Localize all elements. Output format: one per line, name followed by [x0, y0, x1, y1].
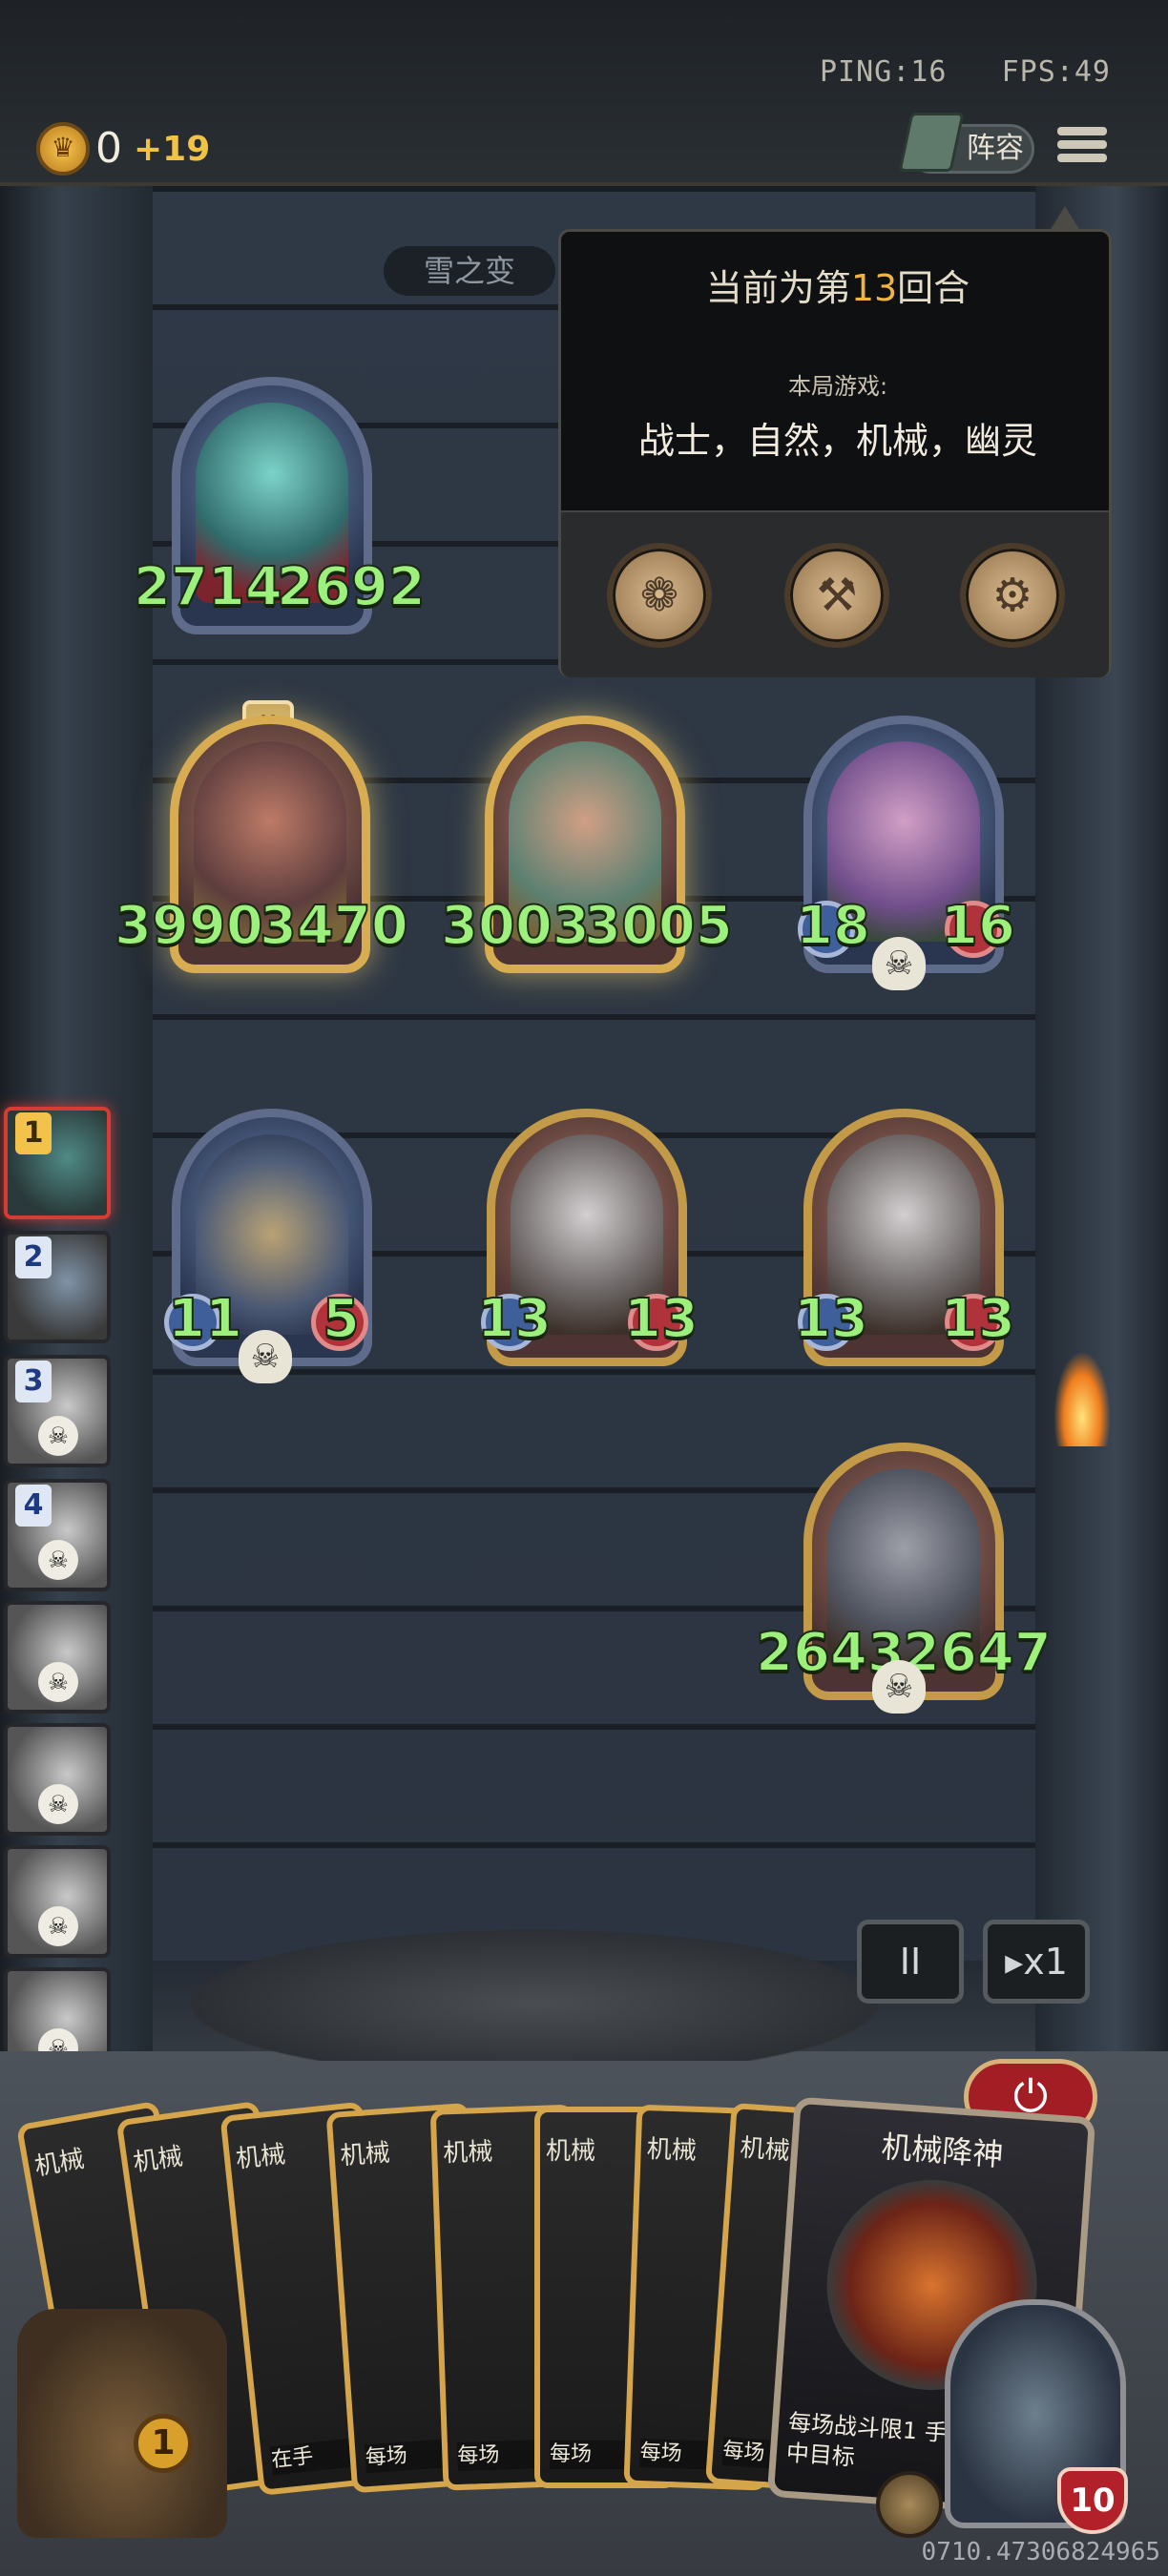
hand-card-title: 机械: [131, 2142, 185, 2178]
hand-card-title: 机械: [442, 2137, 493, 2169]
player-slot-7[interactable]: ☠: [4, 1845, 111, 1958]
fps-readout: FPS:49: [1001, 55, 1111, 89]
featured-card-title: 机械降神: [880, 2128, 1005, 2173]
gold-bonus: +19: [134, 130, 211, 169]
torch-icon: [1053, 1351, 1111, 1446]
minion-health: 3005: [583, 894, 734, 958]
board-tag: 雪之变: [384, 246, 555, 296]
gold-coin-icon: ♛: [36, 122, 90, 176]
hand-card-title: 机械: [546, 2137, 596, 2166]
round-info-popup: 当前为第13回合 本局游戏: 战士，自然，机械，幽灵 ❁ ⚒ ⚙: [558, 229, 1112, 677]
hand-card-title: 机械: [234, 2140, 287, 2174]
skull-icon: ☠: [38, 1784, 78, 1824]
slot-number: 2: [15, 1236, 52, 1278]
hand-card-title: 机械: [646, 2135, 698, 2166]
slot-number: 1: [15, 1112, 52, 1154]
gold-amount: 0: [95, 124, 122, 173]
hand-card-title: 机械: [739, 2133, 791, 2167]
minion-attack: 13: [793, 1287, 869, 1351]
speed-button[interactable]: ▸x1: [983, 1920, 1090, 2004]
skull-icon: ☠: [38, 1662, 78, 1702]
game-id: 0710.47306824965: [921, 2538, 1160, 2566]
treasure-chest-icon[interactable]: [17, 2309, 227, 2538]
network-status: PING:16 FPS:49: [820, 55, 1111, 89]
player-slot-2[interactable]: 2: [4, 1231, 111, 1343]
chest-count: 1: [134, 2414, 193, 2473]
hamburger-menu-icon[interactable]: [1057, 122, 1107, 172]
player-slot-4[interactable]: 4 ☠: [4, 1479, 111, 1591]
round-title: 当前为第13回合: [561, 259, 1115, 311]
skull-icon: ☠: [38, 1906, 78, 1946]
player-slot-5[interactable]: ☠: [4, 1601, 111, 1714]
game-screen: PING:16 FPS:49 ♛ 0 +19 阵容 雪之变 2714 2692 …: [0, 0, 1168, 2576]
skull-icon: ☠: [872, 1660, 926, 1714]
player-slot-6[interactable]: ☠: [4, 1723, 111, 1836]
minion-health: 3470: [259, 894, 409, 958]
skull-icon: ☠: [872, 937, 926, 990]
minion-attack: 18: [795, 894, 871, 958]
minion-health: 13: [940, 1287, 1016, 1351]
minion-attack: 3003: [440, 894, 591, 958]
hero-power-icon[interactable]: [876, 2471, 943, 2538]
skull-icon: ☠: [38, 1416, 78, 1456]
round-number: 13: [850, 267, 898, 309]
slot-number: 3: [15, 1361, 52, 1402]
hand-card-title: 机械: [339, 2138, 391, 2171]
minion-attack: 13: [476, 1287, 553, 1351]
minion-attack: 11: [167, 1287, 243, 1351]
player-slot-3[interactable]: 3 ☠: [4, 1355, 111, 1467]
round-suffix: 回合: [897, 267, 970, 309]
hand-card-title: 机械: [32, 2145, 87, 2182]
minion-health: 16: [940, 894, 1016, 958]
round-prefix: 当前为第: [705, 267, 851, 309]
minion-attack: 3990: [114, 894, 264, 958]
skull-icon: ☠: [239, 1330, 292, 1383]
skull-icon: ☠: [38, 1540, 78, 1580]
bat-emblem-icon: [134, 1918, 935, 2061]
axe-icon[interactable]: ⚒: [784, 543, 889, 648]
ping-readout: PING:16: [820, 55, 948, 89]
lineup-label: 阵容: [967, 132, 1024, 165]
popup-arrow: [1050, 206, 1080, 231]
enemy-minion-health: 2692: [276, 555, 427, 619]
slot-number: 4: [15, 1485, 52, 1527]
pause-button[interactable]: II: [857, 1920, 964, 2004]
player-slot-1[interactable]: 1: [4, 1107, 111, 1219]
book-icon[interactable]: ❁: [607, 543, 712, 648]
minion-health: 13: [623, 1287, 699, 1351]
enemy-minion-attack: 2714: [133, 555, 283, 619]
minion-health: 5: [322, 1287, 361, 1351]
game-label: 本局游戏:: [787, 373, 888, 400]
minion-health: 2647: [902, 1621, 1053, 1685]
gear-icon[interactable]: ⚙: [960, 543, 1065, 648]
tribe-list: 战士，自然，机械，幽灵: [637, 420, 1037, 462]
